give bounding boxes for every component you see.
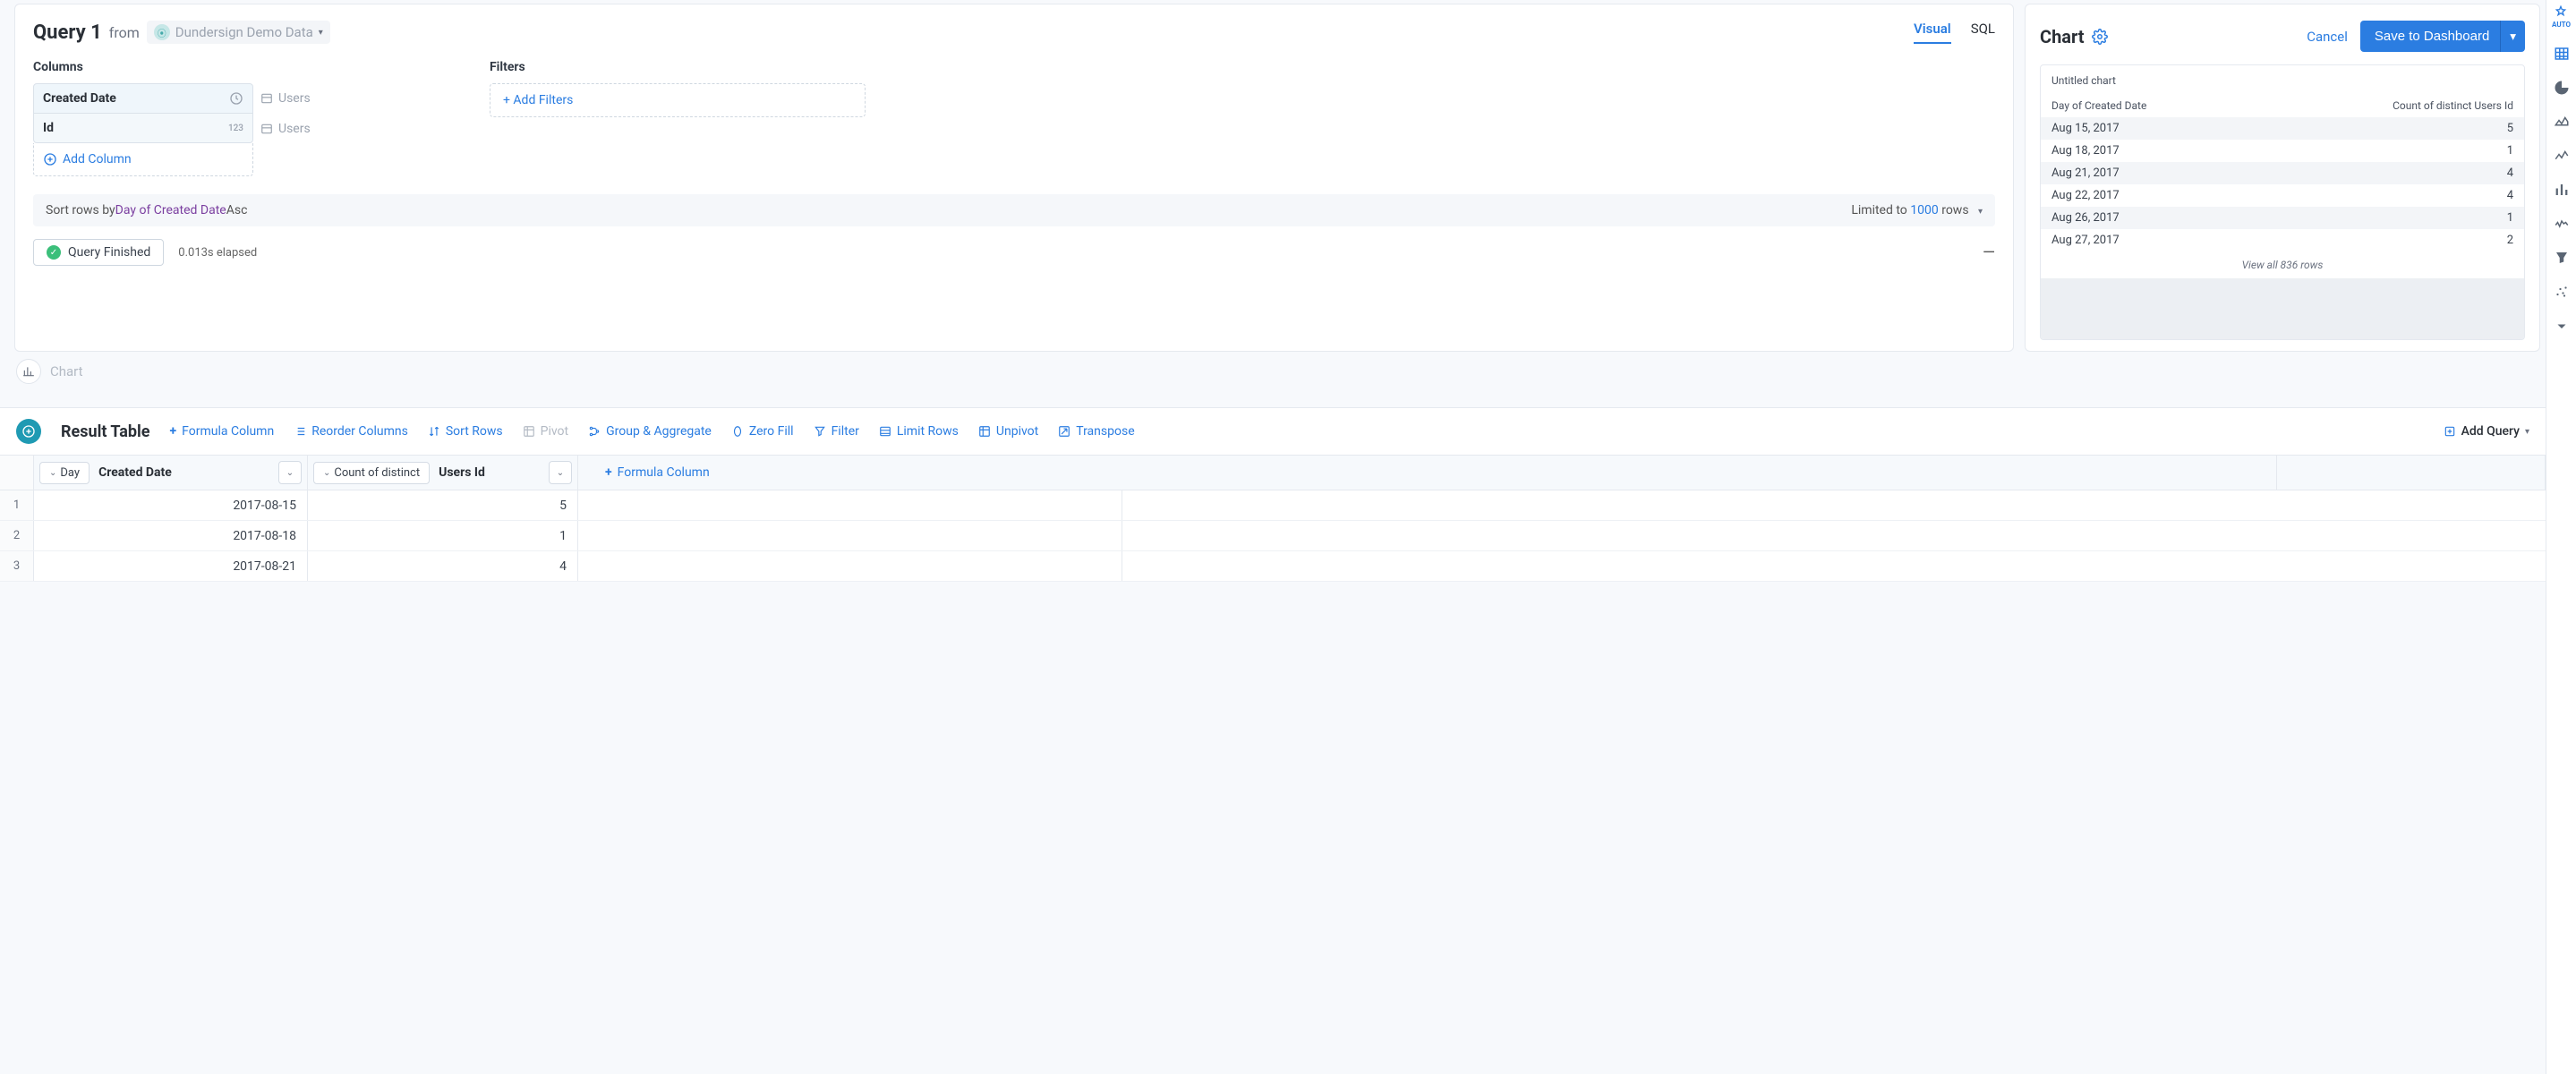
chart-data-row: Aug 15, 20175 [2041,117,2524,140]
query-title[interactable]: Query 1 [33,21,102,44]
column-menu-button[interactable]: ⌄ [278,461,302,484]
sort-limit-bar[interactable]: Sort rows by Day of Created Date Asc Lim… [33,194,1995,226]
chevron-down-icon: ▾ [1978,207,1983,217]
column-name: Id [43,121,54,135]
save-dropdown-button[interactable]: ▾ [2500,21,2525,52]
chart-data-row: Aug 26, 20171 [2041,207,2524,229]
chart-data-row: Aug 21, 20174 [2041,162,2524,184]
chart-panel: Chart Cancel Save to Dashboard ▾ Untitle… [2025,4,2540,352]
result-grid: ⌄Day Created Date ⌄ ⌄Count of distinct U… [0,456,2546,582]
column-name: Created Date [43,91,116,106]
pie-icon[interactable] [2553,79,2571,97]
column-source: Users [260,91,311,106]
chart-data-row: Aug 27, 20172 [2041,229,2524,251]
data-source-name: Dundersign Demo Data [175,24,313,40]
query-status-chip[interactable]: ✓ Query Finished [33,239,164,266]
chart-col-header-2: Count of distinct Users Id [2393,99,2513,112]
tool-pivot: Pivot [523,424,568,439]
chevron-down-icon: ▾ [2525,427,2529,437]
grid-header-empty [2277,456,2546,490]
chart-footer-area [2041,278,2524,339]
result-table-title: Result Table [61,422,150,441]
query-status-label: Query Finished [68,245,150,260]
tool-filter[interactable]: Filter [814,424,859,439]
result-table-icon [16,419,41,444]
grid-header-users-id[interactable]: ⌄Count of distinct Users Id ⌄ [308,456,578,490]
funnel-icon[interactable] [2553,249,2571,267]
filters-heading: Filters [490,60,866,74]
row-limit[interactable]: Limited to 1000 rows ▾ [1851,203,1983,217]
check-icon: ✓ [47,245,61,260]
query-panel: Query 1 from ⦿ Dundersign Demo Data ▾ Vi… [14,4,2014,352]
scatter-icon[interactable] [2553,283,2571,301]
sort-prefix: Sort rows by [46,203,115,217]
line-icon[interactable] [2553,147,2571,165]
tool-reorder-columns[interactable]: Reorder Columns [294,424,408,439]
number-type-icon: 123 [228,124,243,133]
column-menu-button[interactable]: ⌄ [549,461,572,484]
add-filters-button[interactable]: + Add Filters [490,83,866,117]
columns-heading: Columns [33,60,346,74]
chart-panel-title: Chart [2040,26,2085,47]
data-source-chip[interactable]: ⦿ Dundersign Demo Data ▾ [147,21,330,44]
tool-limit-rows[interactable]: Limit Rows [879,424,959,439]
tool-group-aggregate[interactable]: Group & Aggregate [588,424,712,439]
tool-transpose[interactable]: Transpose [1058,424,1134,439]
chart-type-chip[interactable] [16,359,41,384]
tool-formula-column[interactable]: +Formula Column [170,424,275,439]
add-column-button[interactable]: Add Column [33,143,253,176]
gear-icon[interactable] [2092,29,2108,45]
chart-data-row: Aug 18, 20171 [2041,140,2524,162]
table-row: 3 2017-08-21 4 [0,551,2546,582]
tab-sql[interactable]: SQL [1971,21,1995,44]
collapse-button[interactable]: — [1983,243,1995,262]
sort-field[interactable]: Day of Created Date [115,203,226,217]
chart-data-row: Aug 22, 20174 [2041,184,2524,207]
data-source-icon: ⦿ [154,24,170,40]
bar-icon[interactable] [2553,181,2571,199]
add-query-button[interactable]: Add Query ▾ [2444,424,2529,439]
tab-visual[interactable]: Visual [1914,21,1951,44]
sparkline-icon[interactable] [2553,215,2571,233]
tool-sort-rows[interactable]: Sort Rows [428,424,503,439]
add-formula-column[interactable]: +Formula Column [578,456,2277,490]
column-field-id[interactable]: Id 123 [33,114,253,143]
column-source: Users [260,122,311,136]
chart-col-header-1: Day of Created Date [2051,99,2146,112]
table-row: 2 2017-08-18 1 [0,521,2546,551]
clock-icon [229,91,243,106]
tool-unpivot[interactable]: Unpivot [978,424,1038,439]
from-label: from [109,24,140,41]
cancel-button[interactable]: Cancel [2307,29,2348,45]
more-icon[interactable] [2553,317,2571,335]
table-icon[interactable] [2553,45,2571,63]
elapsed-time: 0.013s elapsed [178,246,257,260]
column-field-created-date[interactable]: Created Date [33,83,253,114]
area-icon[interactable] [2553,113,2571,131]
view-all-rows-link[interactable]: View all 836 rows [2041,251,2524,278]
chevron-down-icon: ▾ [319,28,323,38]
table-row: 1 2017-08-15 5 [0,490,2546,521]
grid-header-created-date[interactable]: ⌄Day Created Date ⌄ [34,456,308,490]
sort-direction: Asc [226,203,248,217]
chart-type-rail: AUTO [2546,0,2576,1074]
auto-chart-button[interactable]: AUTO [2552,5,2571,29]
results-toolbar: Result Table +Formula Column Reorder Col… [0,407,2546,456]
chart-chip-label: Chart [50,363,83,379]
tool-zero-fill[interactable]: Zero Fill [731,424,794,439]
chart-name[interactable]: Untitled chart [2041,65,2524,96]
save-to-dashboard-button[interactable]: Save to Dashboard [2360,21,2503,52]
